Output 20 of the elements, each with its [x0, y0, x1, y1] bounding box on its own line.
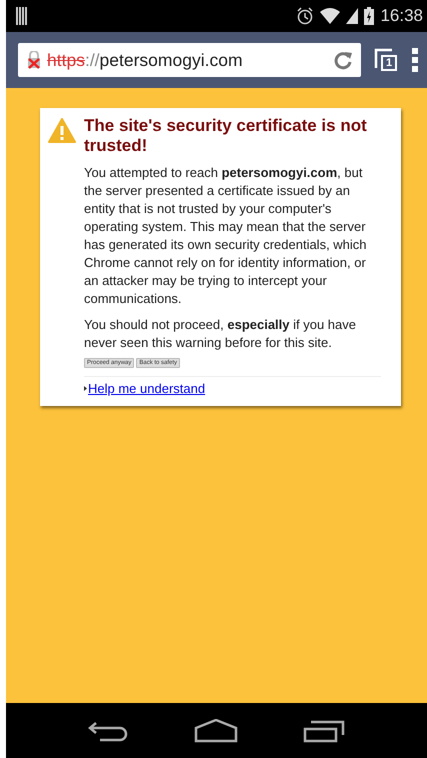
- url-text: https://petersomogyi.com: [47, 50, 244, 70]
- battery-icon: [364, 7, 374, 25]
- warning-title: The site's security certificate is not trusted!: [84, 116, 368, 156]
- address-bar[interactable]: https://petersomogyi.com: [18, 43, 361, 77]
- clock-time: 16:38: [380, 6, 423, 26]
- tab-switcher-button[interactable]: 1: [373, 47, 399, 73]
- signal-icon: [346, 8, 358, 24]
- reload-icon[interactable]: [333, 50, 353, 70]
- home-icon[interactable]: [194, 718, 238, 742]
- wifi-icon: [320, 8, 340, 24]
- warning-text: You should not proceed, especially if you have never seen this warning before for this site.: [84, 316, 358, 352]
- recent-apps-icon[interactable]: [302, 718, 345, 742]
- broken-lock-icon: [26, 51, 42, 69]
- expand-arrow-icon: [84, 386, 87, 391]
- help-link[interactable]: Help me understand: [88, 381, 206, 396]
- menu-icon[interactable]: [411, 47, 419, 73]
- notification-icon: [16, 7, 28, 25]
- warning-icon: [48, 118, 76, 143]
- alarm-icon: [296, 7, 314, 25]
- warning-text: You attempted to reach petersomogyi.com, but the server presented a certificate issued by an entity that is not trusted by your computer's operating system. This may mean that the server has generated its own security credentials, which Chrome cannot rely on for identity information, or an attacker may be trying to intercept your communications.: [84, 164, 368, 308]
